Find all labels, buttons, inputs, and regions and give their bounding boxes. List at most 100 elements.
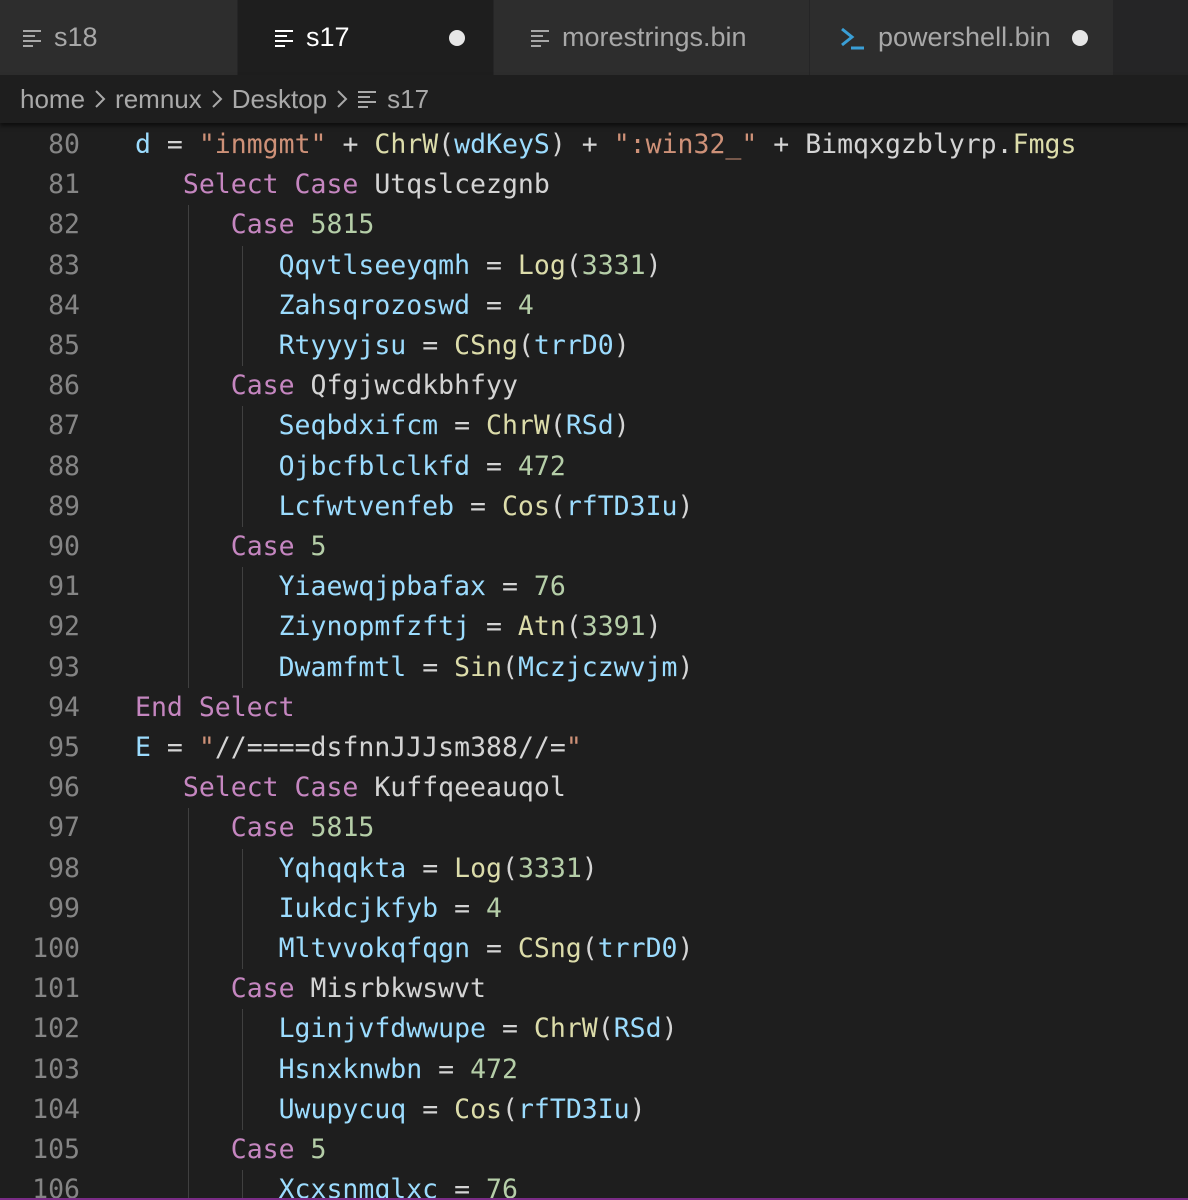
code-line[interactable]: 87 Seqbdxifcm = ChrW(RSd) <box>0 406 1188 446</box>
line-number: 98 <box>48 852 80 884</box>
code-line[interactable]: 81 Select Case Utqslcezgnb <box>0 165 1188 205</box>
code-token: = <box>406 330 455 361</box>
tab-s17[interactable]: s17 <box>238 0 494 75</box>
code-line[interactable]: 95 E = "//====dsfnnJJJsm388//=" <box>0 728 1188 768</box>
line-number: 84 <box>48 289 80 321</box>
code-line[interactable]: 85 Rtyyyjsu = CSng(trrD0) <box>0 326 1188 366</box>
unsaved-dot-icon[interactable] <box>1072 30 1088 46</box>
code-text: Uwupycuq = Cos(rfTD3Iu) <box>135 1090 646 1130</box>
code-text: Case 5 <box>135 1130 327 1170</box>
code-token: Log <box>454 852 502 884</box>
text-file-icon <box>530 29 550 47</box>
indent-guide <box>242 848 243 970</box>
code-token: Select Case <box>182 772 359 804</box>
code-line[interactable]: 102 Lginjvfdwwupe = ChrW(RSd) <box>0 1009 1188 1049</box>
code-token: 472 <box>470 1053 518 1085</box>
code-line[interactable]: 92 Ziynopmfzftj = Atn(3391) <box>0 607 1188 647</box>
code-token: = <box>406 852 455 884</box>
breadcrumb-item-file[interactable]: s17 <box>357 84 429 115</box>
code-text: Mltvvokqfqgn = CSng(trrD0) <box>135 929 694 969</box>
code-token: = <box>438 410 487 442</box>
code-editor[interactable]: 80 d = "inmgmt" + ChrW(wdKeyS) + ":win32_… <box>0 123 1188 1200</box>
line-number: 105 <box>32 1134 80 1165</box>
code-token: RSd <box>565 410 614 442</box>
code-token: Xcxsnmqlxc <box>278 1174 439 1200</box>
code-line[interactable]: 83 Qqvtlseeyqmh = Log(3331) <box>0 246 1188 286</box>
line-number: 106 <box>32 1174 80 1200</box>
breadcrumb-item-remnux[interactable]: remnux <box>115 84 202 115</box>
breadcrumb-item-desktop[interactable]: Desktop <box>232 84 327 115</box>
code-token: ( <box>501 651 518 683</box>
code-line[interactable]: 86 Case Qfgjwcdkbhfyy <box>0 366 1188 406</box>
code-line[interactable]: 88 Ojbcfblclkfd = 472 <box>0 447 1188 487</box>
code-line[interactable]: 89 Lcfwtvenfeb = Cos(rfTD3Iu) <box>0 487 1188 527</box>
code-text: Yqhqqkta = Log(3331) <box>135 849 598 889</box>
code-token: = <box>454 490 502 522</box>
line-number: 82 <box>48 209 80 241</box>
breadcrumb-item-home[interactable]: home <box>20 84 85 115</box>
code-line[interactable]: 103 Hsnxknwbn = 472 <box>0 1050 1188 1090</box>
code-line[interactable]: 105 Case 5 <box>0 1130 1188 1170</box>
code-text: Xcxsnmqlxc = 76 <box>135 1170 518 1200</box>
code-line[interactable]: 101 Case Misrbkwswvt <box>0 969 1188 1009</box>
code-line[interactable]: 94 End Select <box>0 688 1188 728</box>
line-number: 94 <box>48 691 80 723</box>
code-line[interactable]: 99 Iukdcjkfyb = 4 <box>0 889 1188 929</box>
code-token: Yqhqqkta <box>278 852 407 884</box>
code-text: Case 5 <box>135 527 327 567</box>
code-token: ) <box>613 330 630 361</box>
unsaved-dot-icon[interactable] <box>449 30 465 46</box>
code-line[interactable]: 90 Case 5 <box>0 527 1188 567</box>
code-token: ) <box>613 410 630 442</box>
line-number: 101 <box>32 973 80 1005</box>
code-line[interactable]: 96 Select Case Kuffqeeauqol <box>0 768 1188 808</box>
text-file-icon <box>274 29 294 47</box>
code-line[interactable]: 93 Dwamfmtl = Sin(Mczjczwvjm) <box>0 648 1188 688</box>
code-token: = <box>438 892 487 924</box>
code-text: Dwamfmtl = Sin(Mczjczwvjm) <box>135 648 694 688</box>
code-line[interactable]: 82 Case 5815 <box>0 205 1188 245</box>
code-text: Seqbdxifcm = ChrW(RSd) <box>135 406 630 446</box>
code-token: Yiaewqjpbafax <box>278 571 487 603</box>
tab-label: s18 <box>54 22 98 52</box>
tab-powershell-bin[interactable]: powershell.bin <box>810 0 1114 75</box>
code-token: = <box>470 933 518 964</box>
line-number: 93 <box>48 651 80 683</box>
code-line[interactable]: 104 Uwupycuq = Cos(rfTD3Iu) <box>0 1090 1188 1130</box>
code-line[interactable]: 100 Mltvvokqfqgn = CSng(trrD0) <box>0 929 1188 969</box>
code-token: Case <box>230 209 295 241</box>
tab-morestrings-bin[interactable]: morestrings.bin <box>494 0 810 75</box>
code-token: ( <box>597 1013 614 1045</box>
code-token: 4 <box>486 892 502 924</box>
code-text: E = "//====dsfnnJJJsm388//=" <box>135 728 582 768</box>
code-line[interactable]: 97 Case 5815 <box>0 808 1188 848</box>
code-line[interactable]: 80 d = "inmgmt" + ChrW(wdKeyS) + ":win32_… <box>0 125 1188 165</box>
code-line[interactable]: 106 Xcxsnmqlxc = 76 <box>0 1170 1188 1200</box>
code-token: = <box>422 1053 471 1085</box>
tab-s18[interactable]: s18 <box>0 0 238 75</box>
selected-text: //====dsfnnJJJsm388//= <box>214 732 566 763</box>
code-line[interactable]: 98 Yqhqqkta = Log(3331) <box>0 849 1188 889</box>
code-text: Select Case Utqslcezgnb <box>135 165 550 205</box>
code-line[interactable]: 91 Yiaewqjpbafax = 76 <box>0 567 1188 607</box>
code-token: wdKeyS <box>454 129 550 160</box>
code-text: Select Case Kuffqeeauqol <box>135 768 566 808</box>
code-token: CSng <box>454 330 518 361</box>
code-text: Lginjvfdwwupe = ChrW(RSd) <box>135 1009 678 1049</box>
code-text: Iukdcjkfyb = 4 <box>135 889 502 929</box>
code-line[interactable]: 84 Zahsqrozoswd = 4 <box>0 286 1188 326</box>
code-token: = <box>406 1093 455 1125</box>
